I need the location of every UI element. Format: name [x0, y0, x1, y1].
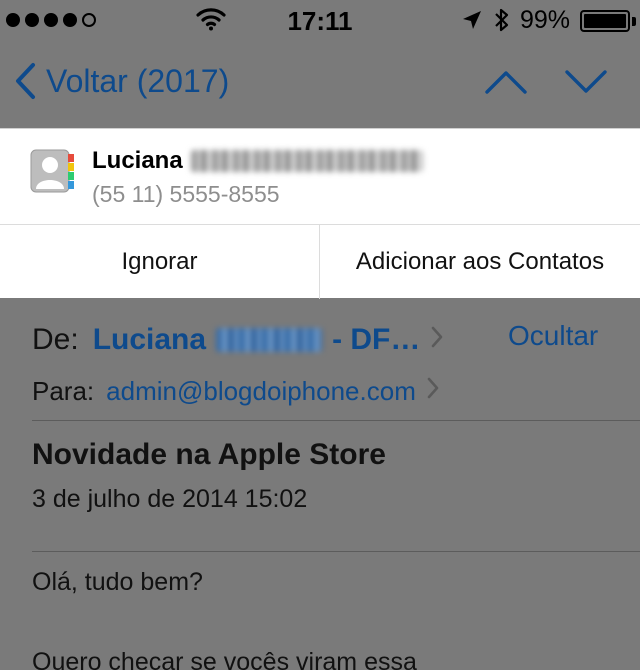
chevron-right-icon[interactable] [430, 323, 444, 357]
add-to-contacts-button[interactable]: Adicionar aos Contatos [320, 225, 640, 299]
header-divider [32, 420, 640, 421]
chevron-left-icon [14, 62, 36, 100]
back-button-label: Voltar (2017) [46, 62, 230, 99]
navigation-bar: Voltar (2017) [0, 40, 640, 128]
bluetooth-icon [494, 7, 510, 38]
mail-body-line: Olá, tudo bem? [32, 568, 203, 596]
battery-percent: 99% [520, 6, 571, 34]
battery-icon [580, 10, 630, 32]
redacted-sender-surname [216, 328, 323, 352]
status-bar: 17:11 99% [0, 0, 640, 40]
location-arrow-icon [462, 10, 482, 35]
sender-suffix[interactable]: - DF… [332, 323, 420, 357]
battery-tip [632, 17, 636, 26]
contact-name: Luciana [92, 147, 183, 174]
to-row: Para: admin@blogdoiphone.com [32, 376, 440, 407]
body-divider [32, 551, 640, 552]
contact-phone: (55 11) 5555-8555 [92, 181, 280, 207]
back-button[interactable]: Voltar (2017) [14, 62, 229, 100]
contacts-book-icon [30, 149, 76, 198]
mail-body-line: Quero checar se vocês viram essa [32, 648, 417, 670]
chevron-up-icon[interactable] [484, 68, 528, 101]
contact-info: Luciana (55 11) 5555-8555 [0, 129, 640, 225]
contact-name-row: Luciana [92, 147, 423, 175]
mail-message: De: Luciana - DF… Ocultar Para: admin@bl… [0, 298, 640, 670]
chevron-down-icon[interactable] [564, 68, 608, 101]
chevron-right-icon[interactable] [426, 376, 440, 407]
ignore-button[interactable]: Ignorar [0, 225, 320, 299]
mail-date: 3 de julho de 2014 15:02 [32, 485, 308, 513]
sender-name[interactable]: Luciana [93, 323, 206, 357]
to-label: Para: [32, 376, 95, 406]
from-label: De: [32, 323, 79, 356]
mail-subject: Novidade na Apple Store [32, 438, 386, 471]
contact-suggestion-banner: Luciana (55 11) 5555-8555 Ignorar Adicio… [0, 128, 640, 299]
contact-actions: Ignorar Adicionar aos Contatos [0, 225, 640, 299]
hide-details-button[interactable]: Ocultar [508, 320, 598, 352]
battery-fill [584, 14, 626, 28]
redacted-surname [190, 150, 423, 172]
recipient-address[interactable]: admin@blogdoiphone.com [106, 376, 416, 407]
